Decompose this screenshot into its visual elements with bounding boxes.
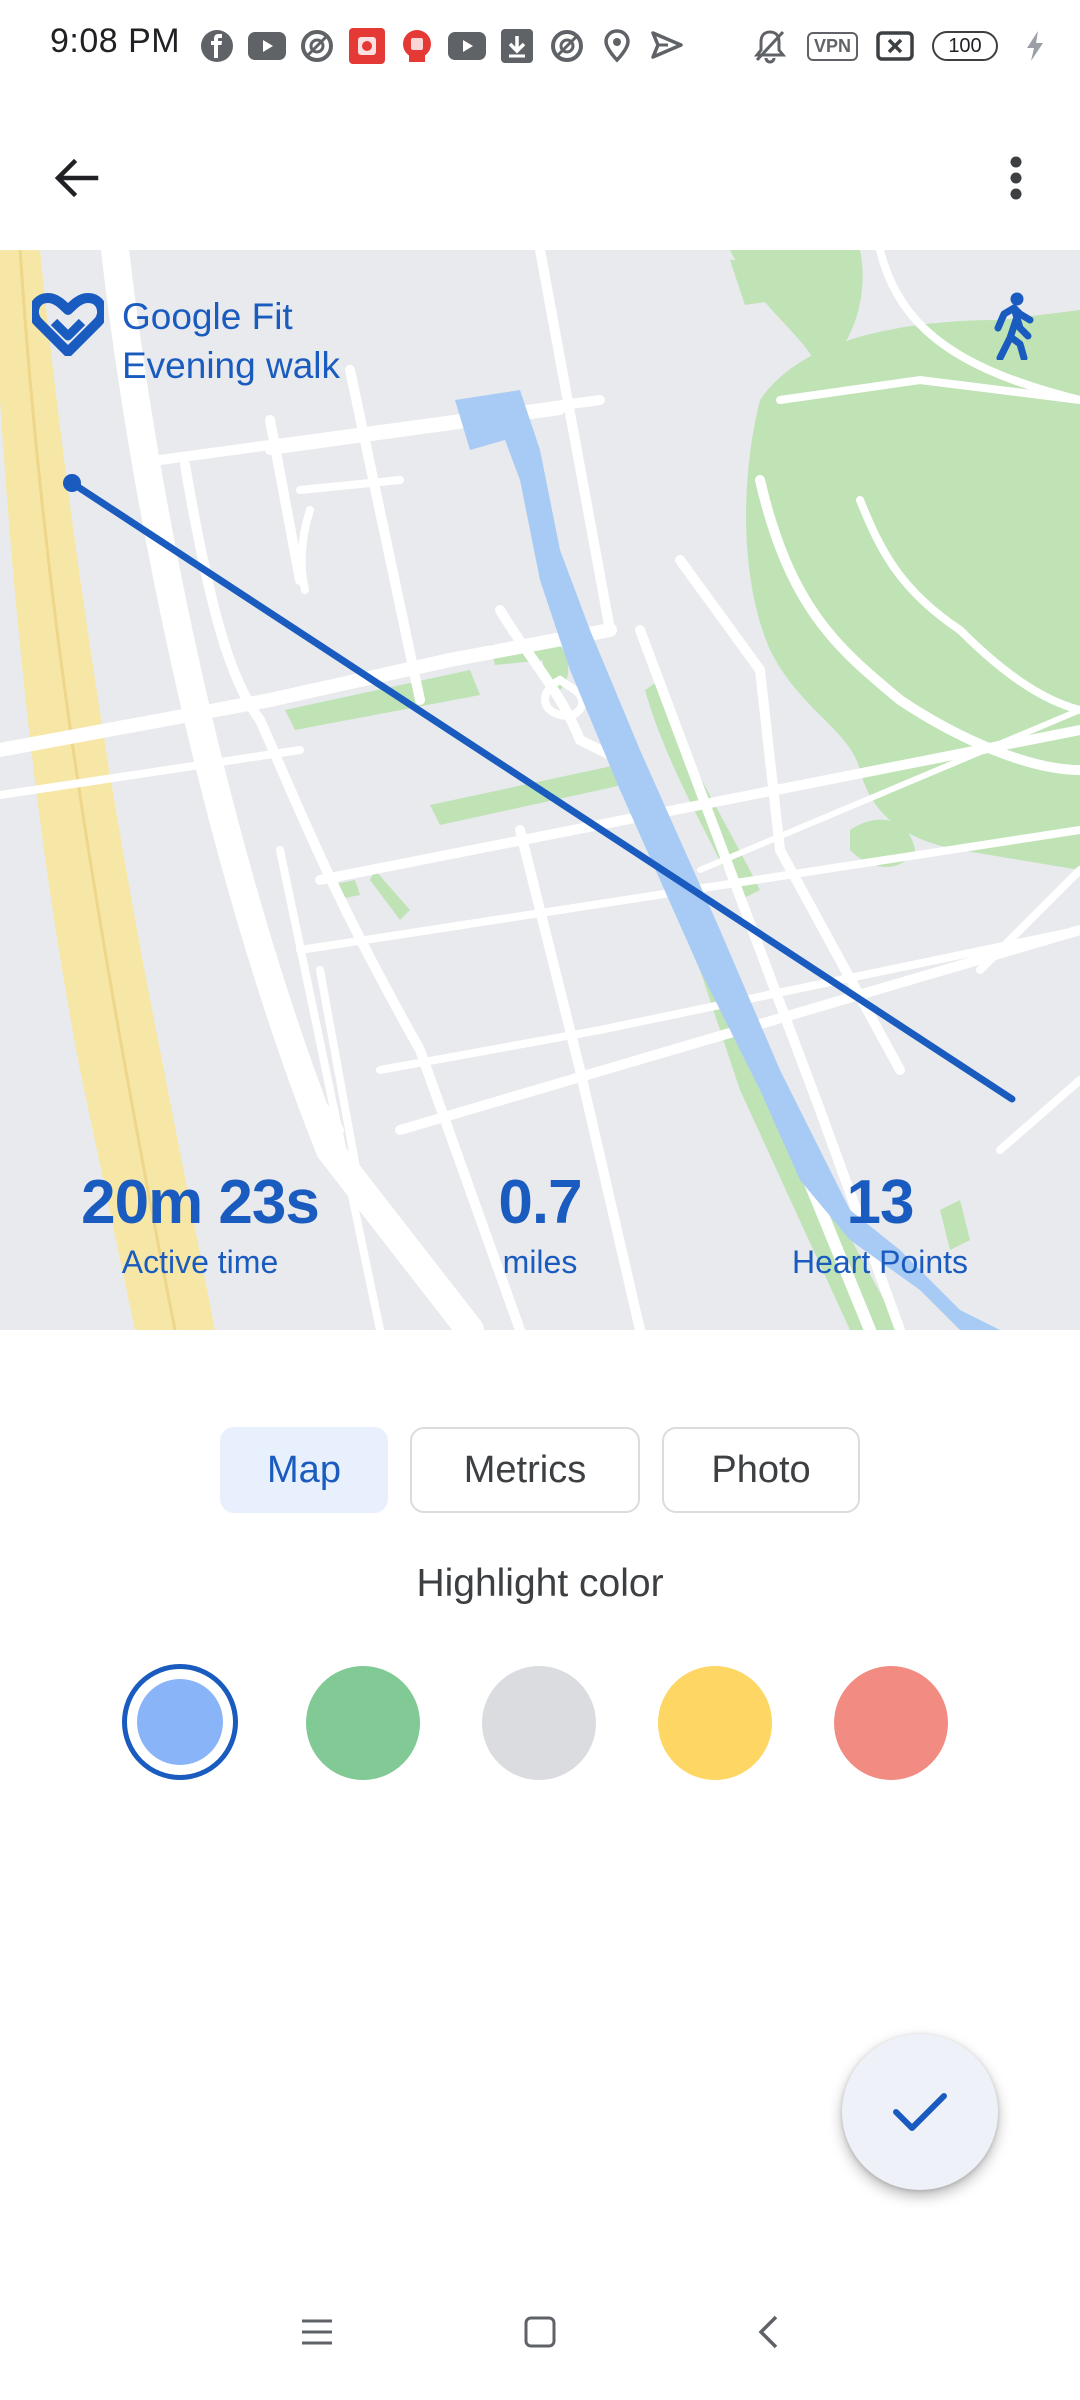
youtube-icon bbox=[248, 27, 286, 65]
more-vert-icon bbox=[1010, 156, 1022, 200]
send-icon bbox=[648, 27, 686, 65]
stat-active-time: 20m 23s Active time bbox=[60, 1168, 340, 1282]
arrow-back-icon bbox=[54, 158, 99, 198]
color-swatch-grey[interactable] bbox=[482, 1666, 596, 1780]
more-options-button[interactable] bbox=[992, 146, 1040, 210]
brand-header: Google Fit Evening walk bbox=[32, 292, 340, 390]
red-badge-app-icon bbox=[398, 27, 436, 65]
color-swatch-red[interactable] bbox=[834, 1666, 948, 1780]
walking-icon bbox=[990, 292, 1038, 365]
google-fit-heart-icon bbox=[32, 293, 104, 356]
confirm-button[interactable] bbox=[842, 2034, 998, 2190]
stat-label: miles bbox=[502, 1244, 578, 1280]
stat-heart-points: 13 Heart Points bbox=[745, 1168, 1015, 1282]
back-chevron-icon bbox=[758, 2315, 778, 2349]
menu-icon bbox=[302, 2319, 332, 2345]
highlight-color-title: Highlight color bbox=[416, 1562, 664, 1605]
signal-app-icon bbox=[298, 27, 336, 65]
stat-value: 20m 23s bbox=[81, 1168, 320, 1237]
facebook-icon bbox=[198, 27, 236, 65]
charging-icon bbox=[1016, 27, 1054, 65]
tab-metrics[interactable]: Metrics bbox=[410, 1427, 640, 1513]
tab-map[interactable]: Map bbox=[220, 1427, 388, 1513]
activity-share-card: Google Fit Evening walk 20m 23s Active t… bbox=[0, 250, 1080, 1330]
stat-value: 13 bbox=[846, 1168, 915, 1237]
location-icon bbox=[598, 27, 636, 65]
download-icon bbox=[498, 27, 536, 65]
stat-label: Active time bbox=[121, 1244, 279, 1280]
red-app-icon bbox=[348, 27, 386, 65]
menu-button[interactable] bbox=[282, 2302, 352, 2362]
notification-icons bbox=[198, 26, 686, 66]
mute-icon bbox=[751, 27, 789, 65]
youtube-icon bbox=[448, 27, 486, 65]
brand-name: Google Fit bbox=[122, 296, 293, 337]
system-nav-bar bbox=[0, 2290, 1080, 2380]
tab-photo[interactable]: Photo bbox=[662, 1427, 860, 1513]
battery-level: 100 bbox=[948, 34, 982, 57]
back-button[interactable] bbox=[44, 146, 108, 210]
vpn-icon: VPN bbox=[806, 31, 858, 61]
activity-title: Evening walk bbox=[122, 345, 341, 386]
color-swatch-green[interactable] bbox=[306, 1666, 420, 1780]
signal-app-icon bbox=[548, 27, 586, 65]
share-style-tabs: Map Metrics Photo bbox=[0, 1427, 1080, 1513]
status-bar: 9:08 PM VPN 100 bbox=[0, 0, 1080, 90]
stat-distance: 0.7 miles bbox=[440, 1168, 640, 1282]
color-swatch-blue[interactable] bbox=[122, 1664, 238, 1780]
home-square-icon bbox=[524, 2316, 556, 2348]
swatch-fill bbox=[137, 1679, 223, 1765]
nav-back-button[interactable] bbox=[733, 2302, 803, 2362]
system-icons: VPN 100 bbox=[751, 26, 1054, 66]
stat-value: 0.7 bbox=[498, 1168, 582, 1237]
stat-label: Heart Points bbox=[791, 1244, 969, 1280]
sim-off-icon bbox=[876, 27, 914, 65]
app-bar bbox=[0, 120, 1080, 230]
status-time: 9:08 PM bbox=[50, 22, 181, 60]
home-button[interactable] bbox=[505, 2302, 575, 2362]
color-swatch-yellow[interactable] bbox=[658, 1666, 772, 1780]
battery-icon: 100 bbox=[932, 31, 998, 61]
check-icon bbox=[893, 2093, 947, 2131]
